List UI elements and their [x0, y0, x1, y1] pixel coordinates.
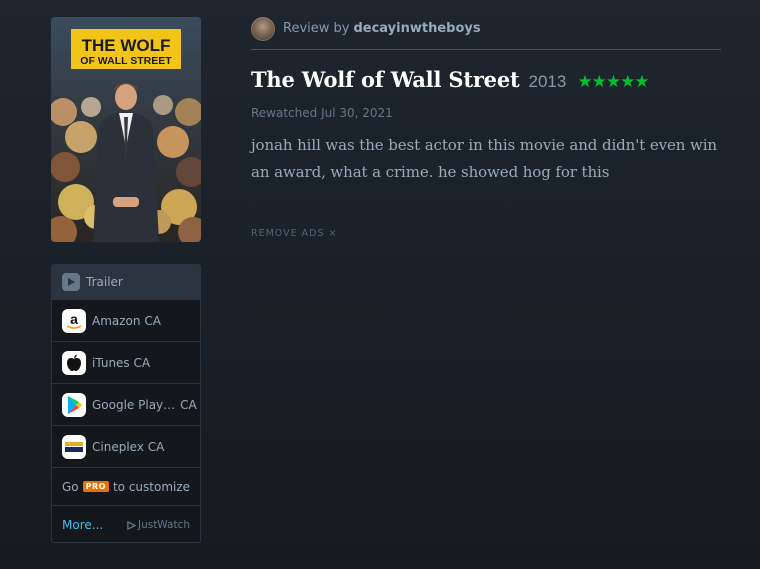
- pro-badge[interactable]: PRO: [82, 481, 109, 492]
- poster-headline-1: THE WOLF: [82, 36, 171, 55]
- service-label: iTunes CA: [92, 355, 151, 370]
- services-footer: More... JustWatch: [52, 506, 200, 542]
- review-attribution: Review by decayinwtheboys: [251, 16, 721, 41]
- play-icon: [62, 273, 80, 291]
- review-by-label: Review by: [283, 21, 350, 36]
- svg-text:a: a: [70, 311, 78, 327]
- where-to-watch-panel: Trailer a Amazon CA iTunes CA Google Pla…: [51, 264, 201, 543]
- service-label: Cineplex CA: [92, 439, 165, 454]
- avatar[interactable]: [251, 16, 275, 41]
- justwatch-icon: [127, 520, 136, 530]
- go-pro-row: Go PRO to customize: [52, 468, 200, 506]
- review-body: Review by decayinwtheboys The Wolf of Wa…: [251, 16, 721, 239]
- service-region: CA: [180, 397, 197, 412]
- rating-stars: ★★★★★: [577, 72, 649, 92]
- service-label: Amazon CA: [92, 313, 161, 328]
- poster-headline-2: OF WALL STREET: [80, 55, 172, 67]
- service-amazon[interactable]: a Amazon CA: [52, 300, 200, 342]
- film-title[interactable]: The Wolf of Wall Street: [251, 67, 520, 92]
- justwatch-label: JustWatch: [137, 519, 190, 531]
- service-itunes[interactable]: iTunes CA: [52, 342, 200, 384]
- review-text: jonah hill was the best actor in this mo…: [251, 136, 717, 181]
- amazon-icon: a: [62, 308, 86, 333]
- apple-icon: [62, 350, 86, 375]
- remove-ads-link[interactable]: REMOVE ADS ×: [251, 228, 721, 239]
- service-label: Google Play…: [92, 397, 176, 412]
- cineplex-icon: [62, 434, 86, 459]
- watched-date: Rewatched Jul 30, 2021: [251, 106, 393, 120]
- trailer-link[interactable]: Trailer: [52, 265, 200, 300]
- pro-prefix: Go: [62, 479, 79, 494]
- service-google-play[interactable]: Google Play… CA: [52, 384, 200, 426]
- film-title-row: The Wolf of Wall Street 2013 ★★★★★: [251, 67, 721, 92]
- trailer-label: Trailer: [86, 275, 123, 289]
- poster-image: THE WOLF OF WALL STREET: [51, 17, 201, 242]
- divider: [251, 49, 721, 50]
- film-year[interactable]: 2013: [529, 72, 567, 92]
- more-services-link[interactable]: More...: [62, 518, 103, 532]
- film-poster[interactable]: THE WOLF OF WALL STREET: [51, 17, 201, 242]
- justwatch-credit[interactable]: JustWatch: [127, 519, 190, 531]
- google-play-icon: [62, 392, 86, 417]
- reviewer-username[interactable]: decayinwtheboys: [353, 21, 480, 36]
- service-cineplex[interactable]: Cineplex CA: [52, 426, 200, 468]
- pro-suffix: to customize: [112, 479, 191, 494]
